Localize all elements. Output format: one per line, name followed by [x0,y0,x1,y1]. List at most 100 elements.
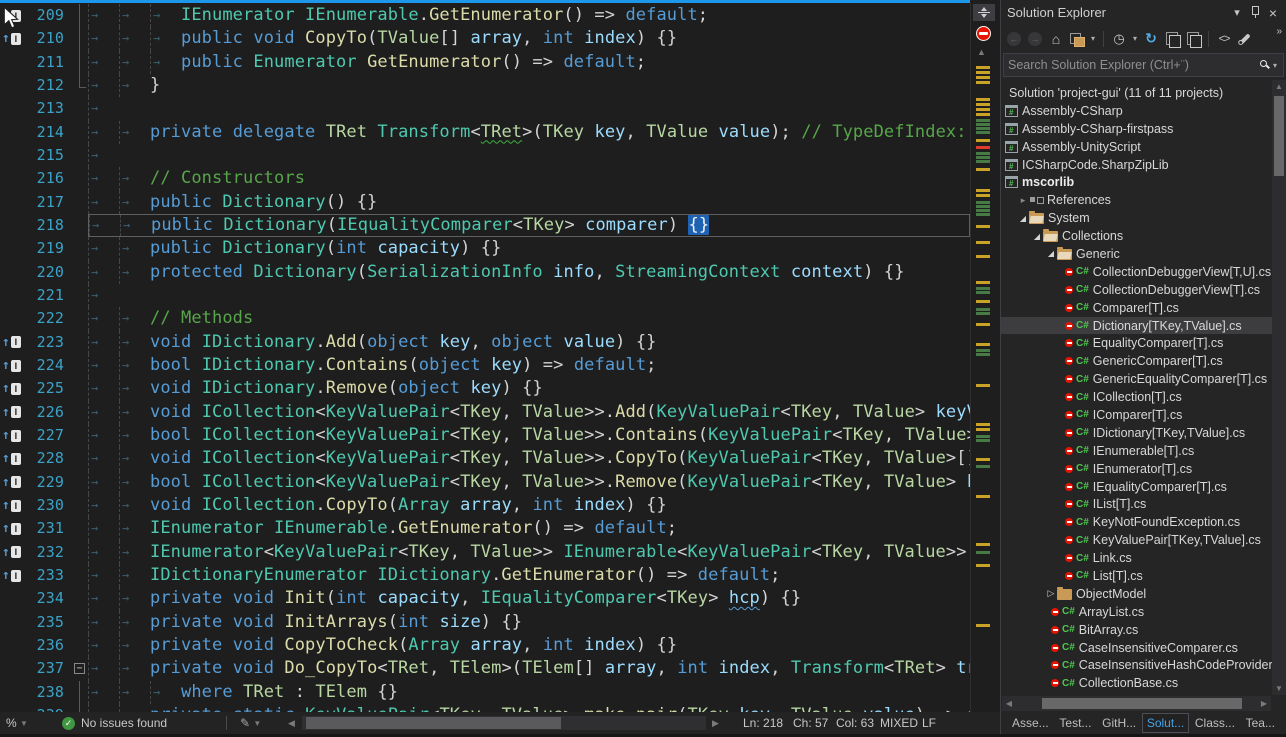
collapse-all-button[interactable] [1163,30,1181,48]
tree-item[interactable]: ▷ObjectModel [1001,585,1272,603]
code-line[interactable]: ↑I231→→IEnumerator IEnumerable.GetEnumer… [0,517,970,540]
gutter-indicator-margin[interactable]: ↑I [0,424,28,447]
code-line[interactable]: 211→→→public Enumerator GetEnumerator() … [0,51,970,74]
chevron-expanded-icon[interactable]: ◢ [1031,232,1043,241]
gutter-indicator-margin[interactable]: ↑I [0,354,28,377]
code-text[interactable]: →→void ICollection<KeyValuePair<TKey, TV… [88,447,970,470]
code-line[interactable]: ↑I209→→→IEnumerator IEnumerable.GetEnume… [0,4,970,27]
code-line[interactable]: 222→→// Methods [0,307,970,330]
fold-margin[interactable] [72,471,88,494]
properties-wrench-button[interactable] [1236,30,1254,48]
code-line[interactable]: 221→ [0,284,970,307]
search-icon[interactable] [1259,59,1271,71]
code-text[interactable]: →→private static KeyValuePair<TKey, TVal… [88,704,970,712]
tree-item[interactable]: C#List[T].cs [1001,567,1272,585]
line-number[interactable]: 217 [28,191,72,214]
line-number[interactable]: 225 [28,377,72,400]
code-line[interactable]: ↑I229→→bool ICollection<KeyValuePair<TKe… [0,471,970,494]
implements-arrow-icon[interactable]: ↑ [2,336,10,349]
code-text[interactable]: →→bool IDictionary.Contains(object key) … [88,354,970,377]
code-line[interactable]: ↑I227→→bool ICollection<KeyValuePair<TKe… [0,424,970,447]
fold-margin[interactable] [72,424,88,447]
line-number[interactable]: 237 [28,657,72,680]
tree-item-solution[interactable]: Solution 'project-gui' (11 of 11 project… [1001,84,1272,102]
split-window-handle[interactable] [973,4,995,21]
gutter-indicator-margin[interactable] [0,657,28,680]
line-number[interactable]: 233 [28,564,72,587]
tree-item[interactable]: C#CaseInsensitiveHashCodeProvider.cs [1001,657,1272,675]
issues-indicator[interactable]: ✓ No issues found [62,712,167,734]
fold-margin[interactable] [72,564,88,587]
pending-changes-filter-button[interactable]: ◷ [1110,30,1128,48]
scrollbar-thumb[interactable] [1042,698,1242,709]
code-line[interactable]: 220→→protected Dictionary(SerializationI… [0,261,970,284]
implements-arrow-icon[interactable]: ↑ [2,359,10,372]
code-text[interactable]: →→protected Dictionary(SerializationInfo… [88,261,970,284]
implements-arrow-icon[interactable]: ↑ [2,382,10,395]
tree-item[interactable]: C#CollectionDebuggerView[T,U].cs [1001,263,1272,281]
code-text[interactable]: →→bool ICollection<KeyValuePair<TKey, TV… [88,471,970,494]
code-line[interactable]: 217→→public Dictionary() {} [0,191,970,214]
code-line[interactable]: ↑I226→→void ICollection<KeyValuePair<TKe… [0,401,970,424]
code-text[interactable]: →→void IDictionary.Remove(object key) {} [88,377,970,400]
code-text[interactable]: →→bool ICollection<KeyValuePair<TKey, TV… [88,424,970,447]
code-line[interactable]: 215→ [0,144,970,167]
line-number[interactable]: 226 [28,401,72,424]
line-number[interactable]: 234 [28,587,72,610]
line-number[interactable]: 229 [28,471,72,494]
tree-vertical-scrollbar[interactable]: ▲ ▼ [1272,80,1286,695]
line-number[interactable]: 215 [28,144,72,167]
code-line[interactable]: ↑I228→→void ICollection<KeyValuePair<TKe… [0,447,970,470]
code-text[interactable]: → [88,97,970,120]
tree-item[interactable]: C#IDictionary[TKey,TValue].cs [1001,424,1272,442]
gutter-indicator-margin[interactable] [0,284,28,307]
line-number[interactable]: 212 [28,74,72,97]
tree-item[interactable]: C#CollectionDebuggerView[T].cs [1001,281,1272,299]
tree-item[interactable]: C#IEqualityComparer[T].cs [1001,478,1272,496]
code-line[interactable]: ↑I223→→void IDictionary.Add(object key, … [0,331,970,354]
line-number[interactable]: 210 [28,27,72,50]
line-number[interactable]: 223 [28,331,72,354]
line-indicator[interactable]: Ln: 218 [743,712,783,734]
gutter-indicator-margin[interactable] [0,611,28,634]
document-health-error-icon[interactable] [976,26,991,41]
switch-views-dropdown-icon[interactable]: ▾ [1089,34,1097,43]
line-number[interactable]: 216 [28,167,72,190]
gutter-indicator-margin[interactable] [0,167,28,190]
implements-arrow-icon[interactable]: ↑ [2,522,10,535]
switch-views-button[interactable] [1068,30,1086,48]
code-line[interactable]: 235→→private void InitArrays(int size) {… [0,611,970,634]
code-line[interactable]: ↑I210→→→public void CopyTo(TValue[] arra… [0,27,970,50]
gutter-indicator-margin[interactable] [0,214,28,237]
close-icon[interactable]: × [1264,5,1282,21]
scroll-up-arrow-icon[interactable]: ▲ [1272,82,1286,91]
tree-item[interactable]: Assembly-UnityScript [1001,138,1272,156]
chevron-expanded-icon[interactable]: ◢ [1045,249,1057,258]
fold-margin[interactable]: − [72,657,88,680]
tree-item[interactable]: C#KeyValuePair[TKey,TValue].cs [1001,531,1272,549]
code-line[interactable]: ↑I224→→bool IDictionary.Contains(object … [0,354,970,377]
gutter-indicator-margin[interactable] [0,261,28,284]
fold-margin[interactable] [72,377,88,400]
line-number[interactable]: 221 [28,284,72,307]
encoding-indicator[interactable]: MIXED [880,712,918,734]
tree-item[interactable]: C#ArrayList.cs [1001,603,1272,621]
gutter-indicator-margin[interactable]: ↑I [0,447,28,470]
fold-margin[interactable] [72,121,88,144]
tree-item[interactable]: C#ICollection[T].cs [1001,388,1272,406]
home-button[interactable]: ⌂ [1047,30,1065,48]
code-text[interactable]: →→IEnumerator<KeyValuePair<TKey, TValue>… [88,541,970,564]
code-text[interactable]: →→public Dictionary(IEqualityComparer<TK… [88,214,970,237]
fold-margin[interactable] [72,191,88,214]
fold-margin[interactable] [72,237,88,260]
tree-item[interactable]: C#Link.cs [1001,549,1272,567]
code-text[interactable]: →→private void CopyToCheck(Array array, … [88,634,970,657]
toolbar-overflow-icon[interactable]: » [1276,25,1282,37]
tool-window-tab[interactable]: Class... [1190,713,1240,733]
fold-margin[interactable] [72,27,88,50]
code-text[interactable]: →→void IDictionary.Add(object key, objec… [88,331,970,354]
tree-item[interactable]: mscorlib [1001,173,1272,191]
gutter-indicator-margin[interactable] [0,307,28,330]
gutter-indicator-margin[interactable]: ↑I [0,27,28,50]
implements-arrow-icon[interactable]: ↑ [2,476,10,489]
